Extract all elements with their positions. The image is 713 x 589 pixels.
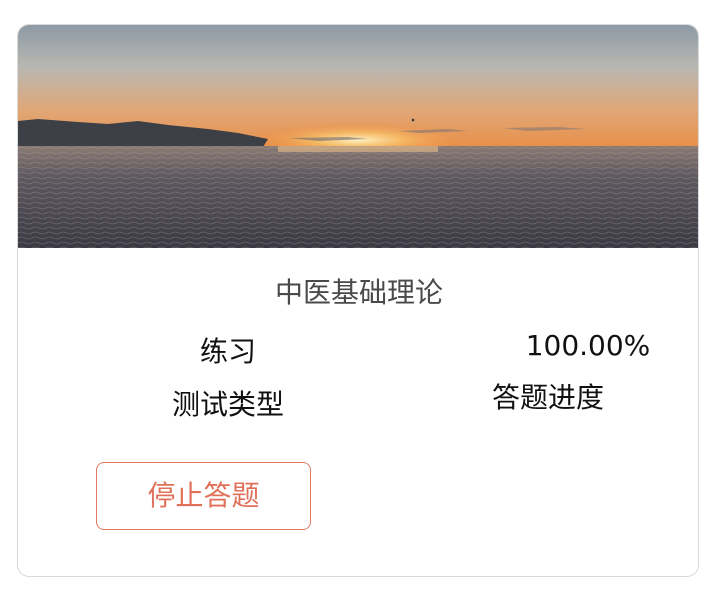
- test-type-value: 练习: [199, 335, 256, 368]
- test-type-label: 测试类型: [171, 388, 284, 421]
- progress-value: 100.00%: [525, 329, 651, 362]
- quiz-card: 中医基础理论 练习 测试类型 100.00% 答题进度 停止答题: [17, 24, 699, 577]
- stop-answering-button[interactable]: 停止答题: [96, 462, 311, 530]
- course-title: 中医基础理论: [274, 276, 443, 309]
- cover-image: [18, 25, 698, 248]
- progress-label: 答题进度: [491, 381, 604, 414]
